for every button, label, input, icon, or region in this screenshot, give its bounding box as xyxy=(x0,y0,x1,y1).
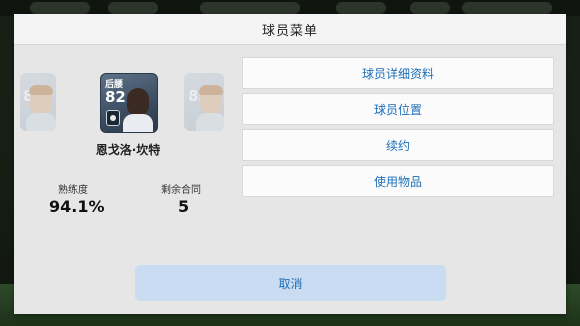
cancel-button[interactable]: 取消 xyxy=(135,265,446,301)
proficiency-value: 94.1% xyxy=(49,197,105,216)
contract-value: 5 xyxy=(178,197,190,216)
next-player-card[interactable]: 83 xyxy=(184,73,224,131)
player-position-button[interactable]: 球员位置 xyxy=(242,93,554,125)
proficiency-label: 熟练度 xyxy=(58,185,88,196)
player-card: 后腰 82 xyxy=(100,73,158,133)
club-badge-icon xyxy=(106,110,120,126)
dialog-title: 球员菜单 xyxy=(261,23,318,39)
use-item-button[interactable]: 使用物品 xyxy=(242,165,554,197)
contract-label: 剩余合同 xyxy=(161,185,201,196)
player-name: 恩戈洛·坎特 xyxy=(95,143,161,157)
player-portrait-icon xyxy=(196,85,224,131)
player-menu-dialog: 球员菜单 82 后腰 82 83 恩戈洛·坎特 熟练度 94.1% 剩余合同 5… xyxy=(14,14,566,314)
renew-contract-button[interactable]: 续约 xyxy=(242,129,554,161)
previous-player-card[interactable]: 82 xyxy=(20,73,56,131)
player-details-button[interactable]: 球员详细资料 xyxy=(242,57,554,89)
dialog-header: 球员菜单 xyxy=(14,14,566,45)
player-portrait-icon xyxy=(123,86,153,132)
player-portrait-icon xyxy=(26,85,56,131)
